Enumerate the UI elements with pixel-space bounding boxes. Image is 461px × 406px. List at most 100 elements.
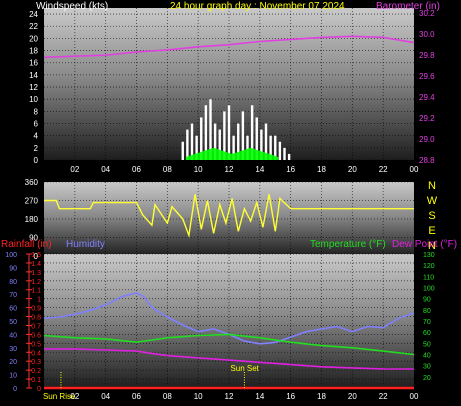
rainfall-tick-label: 0 (37, 386, 41, 393)
direction-tick-label: 360 (25, 178, 39, 187)
rainfall-tick-label: 0.5 (31, 341, 41, 348)
humidity-legend: Humidity (66, 239, 105, 250)
rainfall-tick-label: 0.8 (31, 315, 41, 322)
windspeed-tick-label: 10 (29, 95, 38, 104)
barometer-tick-label: 28.8 (419, 156, 435, 165)
temperature-tick-label: 120 (423, 263, 435, 270)
windspeed-bar (278, 141, 282, 160)
windspeed-bar (181, 141, 184, 160)
windspeed-tick-label: 14 (29, 71, 38, 80)
humidity-tick-label: 50 (9, 319, 17, 326)
x-tick-label: 06 (132, 165, 141, 174)
barometer-tick-label: 29.6 (419, 72, 435, 81)
compass-letter: W (427, 195, 438, 207)
rainfall-tick-label: 0.1 (31, 377, 41, 384)
x-tick-label: 16 (286, 392, 295, 401)
x-tick-label: 04 (101, 392, 110, 401)
barometer-tick-label: 29.2 (419, 114, 435, 123)
temperature-tick-label: 20 (423, 375, 431, 382)
x-tick-label: 10 (194, 392, 203, 401)
temperature-tick-label: 30 (423, 364, 431, 371)
windspeed-bar (287, 153, 291, 160)
windspeed-tick-label: 24 (29, 10, 38, 19)
x-tick-label: 16 (286, 165, 295, 174)
rainfall-tick-label: 0.6 (31, 332, 41, 339)
windspeed-tick-label: 16 (29, 59, 38, 68)
graph-title: 24 hour graph day : November 07 2024 (170, 1, 345, 12)
x-tick-label: 12 (225, 165, 234, 174)
windspeed-bar (227, 105, 231, 160)
humidity-tick-label: 100 (5, 252, 17, 259)
rainfall-tick-label: 0.4 (31, 350, 41, 357)
barometer-tick-label: 29.0 (419, 135, 435, 144)
x-tick-label: 04 (101, 165, 110, 174)
windspeed-tick-label: 4 (34, 132, 39, 141)
weather-graph-svg: Windspeed (kts) 24 hour graph day : Novem… (1, 1, 457, 401)
x-tick-label: 06 (132, 392, 141, 401)
temperature-tick-label: 50 (423, 341, 431, 348)
temperature-tick-label: 80 (423, 308, 431, 315)
compass-letter: S (428, 210, 435, 222)
humidity-tick-label: 30 (9, 346, 17, 353)
rainfall-tick-label: 1.4 (31, 261, 41, 268)
rainfall-tick-label: 1 (37, 297, 41, 304)
windspeed-bar (283, 147, 286, 160)
sun-set-label: Sun Set (230, 364, 259, 373)
temperature-tick-label: 90 (423, 297, 431, 304)
direction-tick-label: 270 (25, 197, 39, 206)
dewpoint-legend: Dew Point (°F) (392, 239, 457, 250)
windspeed-tick-label: 12 (29, 83, 38, 92)
compass-letter: N (428, 180, 436, 192)
x-tick-label: 18 (317, 392, 326, 401)
x-tick-label: 14 (255, 165, 264, 174)
x-tick-label: 02 (70, 392, 79, 401)
rainfall-legend: Rainfall (in) (1, 239, 52, 250)
rainfall-tick-label: 1.1 (31, 288, 41, 295)
x-tick-label: 10 (194, 165, 203, 174)
humidity-tick-label: 40 (9, 332, 17, 339)
barometer-tick-label: 30.2 (419, 9, 435, 18)
rainfall-tick-label: 0.3 (31, 359, 41, 366)
humidity-tick-label: 20 (9, 359, 17, 366)
rainfall-tick-label: 0.9 (31, 306, 41, 313)
x-tick-label: 12 (225, 392, 234, 401)
humidity-tick-label: 80 (9, 279, 17, 286)
x-tick-label: 02 (70, 165, 79, 174)
temperature-legend: Temperature (°F) (310, 239, 386, 250)
x-tick-label: 20 (348, 165, 357, 174)
weather-graph: Windspeed (kts) 24 hour graph day : Novem… (0, 0, 461, 401)
x-tick-label: 00 (410, 165, 419, 174)
windspeed-tick-label: 2 (34, 144, 39, 153)
temperature-tick-label: 100 (423, 286, 435, 293)
temperature-tick-label: 130 (423, 252, 435, 259)
windspeed-bar (190, 123, 194, 160)
direction-tick-label: 180 (25, 215, 39, 224)
windspeed-tick-label: 20 (29, 34, 38, 43)
humidity-tick-label: 70 (9, 292, 17, 299)
x-tick-label: 00 (410, 392, 419, 401)
windspeed-tick-label: 6 (34, 120, 39, 129)
humidity-tick-label: 0 (13, 386, 17, 393)
windspeed-tick-label: 18 (29, 47, 38, 56)
rainfall-tick-label: 1.5 (31, 252, 41, 259)
barometer-tick-label: 30.0 (419, 30, 435, 39)
temperature-tick-label: 70 (423, 319, 431, 326)
humidity-tick-label: 90 (9, 265, 17, 272)
x-tick-label: 08 (163, 165, 172, 174)
windspeed-tick-label: 0 (34, 156, 39, 165)
barometer-tick-label: 29.8 (419, 51, 435, 60)
windspeed-tick-label: 22 (29, 22, 38, 31)
temperature-tick-label: 40 (423, 353, 431, 360)
x-tick-label: 14 (255, 392, 264, 401)
temperature-tick-label: 60 (423, 330, 431, 337)
windspeed-bar (186, 129, 189, 160)
rainfall-tick-label: 0.2 (31, 368, 41, 375)
windspeed-axis-title: Windspeed (kts) (36, 1, 108, 12)
humidity-tick-label: 60 (9, 306, 17, 313)
rainfall-tick-label: 1.3 (31, 270, 41, 277)
x-tick-label: 20 (348, 392, 357, 401)
temperature-tick-label: 110 (423, 274, 434, 281)
rainfall-tick-label: 1.2 (31, 279, 41, 286)
x-tick-label: 08 (163, 392, 172, 401)
windspeed-tick-label: 8 (34, 107, 39, 116)
